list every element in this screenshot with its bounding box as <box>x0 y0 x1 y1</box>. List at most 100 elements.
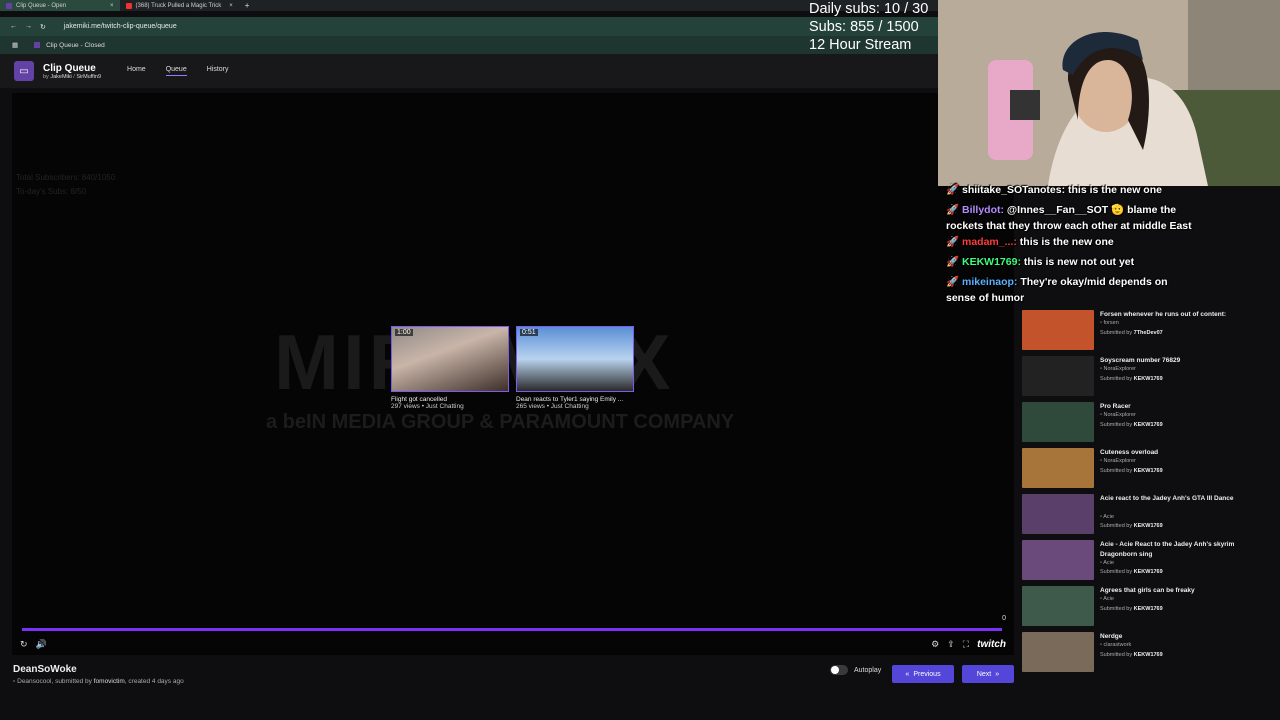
queue-submitter-name: KEKW1769 <box>1133 523 1163 529</box>
app-title: Clip Queue <box>43 62 96 74</box>
replay-icon[interactable]: ↻ <box>20 639 28 650</box>
browser-tab-clip-queue[interactable]: Clip Queue - Open × <box>0 0 120 11</box>
queue-item-creator: ▫ NoraExplorer <box>1100 412 1136 418</box>
queue-creator-name: Acie <box>1103 596 1114 602</box>
author-link[interactable]: SirMuffin9 <box>76 74 101 80</box>
by-prefix: by <box>43 73 49 80</box>
twitch-logo[interactable]: twitch <box>977 639 1006 650</box>
submitted-prefix: Submitted by <box>1100 422 1133 428</box>
app-authors: by JakeMiki / SirMuffin9 <box>43 74 101 80</box>
queue-item[interactable]: Nerdge ▫ clarastwork Submitted by KEKW1769 <box>1022 632 1272 674</box>
fullscreen-icon[interactable]: ⛶ <box>963 639 969 650</box>
queue-item-submitter: Submitted by KEKW1769 <box>1100 422 1163 428</box>
queue-item[interactable]: Cuteness overload ▫ NoraExplorer Submitted… <box>1022 448 1272 490</box>
chat-message: 🚀 madam_...: this is the new one <box>946 232 1216 252</box>
queue-creator-name: NoraExplorer <box>1103 458 1136 464</box>
stream-stats-overlay: Daily subs: 10 / 30 Subs: 855 / 1500 12 … <box>809 0 928 54</box>
subs-goal-text: Subs: 855 / 1500 <box>809 19 919 35</box>
queue-thumbnail <box>1022 586 1094 626</box>
close-icon[interactable]: × <box>110 3 114 9</box>
author-separator: / <box>73 73 75 80</box>
queue-item-submitter: Submitted by KEKW1769 <box>1100 652 1163 658</box>
related-clip-card[interactable]: 1:00 Flight got cancelled 297 views • Ju… <box>391 326 515 410</box>
video-player[interactable]: Total Subscribers: 840/1050 To-day's Sub… <box>12 93 1014 655</box>
chat-username: Billydot: <box>962 204 1004 216</box>
chat-badge-icon: 🚀 <box>946 256 962 268</box>
clip-created: , created 4 days ago <box>124 678 184 685</box>
queue-item[interactable]: Acie - Acie React to the Jadey Anh's sky… <box>1022 540 1272 582</box>
autoplay-toggle[interactable] <box>830 665 848 675</box>
nav-queue[interactable]: Queue <box>165 66 187 76</box>
url-input[interactable]: jakemiki.me/twitch-clip-queue/queue <box>64 23 177 30</box>
queue-thumbnail <box>1022 310 1094 350</box>
queue-item-creator: ▫ Acie <box>1100 596 1114 602</box>
progress-bar[interactable] <box>22 628 1002 631</box>
chat-username: KEKW1769: <box>962 256 1021 268</box>
close-icon[interactable]: × <box>229 3 233 9</box>
chat-text: They're okay/mid depends on <box>1020 276 1168 288</box>
queue-item[interactable]: Acie react to the Jadey Anh's GTA III Da… <box>1022 494 1272 536</box>
faded-overlay-text: To-day's Subs: 8/50 <box>16 187 87 196</box>
clip-submitter: fomovictim <box>93 678 125 685</box>
apps-grid-icon[interactable]: ▦ <box>12 41 18 49</box>
queue-submitter-name: 7TheDev07 <box>1133 330 1163 336</box>
submitted-prefix: Submitted by <box>1100 652 1133 658</box>
queue-submitter-name: KEKW1769 <box>1133 468 1163 474</box>
queue-item-title: Pro Racer <box>1100 403 1131 410</box>
submitted-prefix: Submitted by <box>1100 468 1133 474</box>
reload-icon[interactable]: ↻ <box>40 23 46 31</box>
queue-thumbnail <box>1022 632 1094 672</box>
player-controls: ↻ 🔊 ⚙ ⇪ ⛶ twitch <box>20 638 1006 650</box>
address-bar: ← → ↻ jakemiki.me/twitch-clip-queue/queu… <box>0 17 938 36</box>
submitted-prefix: Submitted by <box>1100 523 1133 529</box>
autoplay-label: Autoplay <box>854 666 882 674</box>
nav-history[interactable]: History <box>207 66 229 76</box>
volume-icon[interactable]: 🔊 <box>36 639 47 650</box>
current-clip-info: ▫ Deansocool, submitted by fomovictim, c… <box>13 678 184 685</box>
clip-card-title: Flight got cancelled <box>391 396 448 403</box>
next-button[interactable]: Next » <box>962 665 1014 683</box>
chat-text: this is the new one <box>1068 184 1162 196</box>
queue-item-creator: ▫ Acie <box>1100 560 1114 566</box>
author-link[interactable]: JakeMiki <box>50 74 71 80</box>
back-icon[interactable]: ← <box>10 23 17 30</box>
nav-home[interactable]: Home <box>127 66 146 76</box>
queue-item[interactable]: Forsen whenever he runs out of content: ▫… <box>1022 310 1272 352</box>
browser-tab-youtube[interactable]: (368) Truck Pulled a Magic Trick × <box>120 0 239 11</box>
share-icon[interactable]: ⇪ <box>947 639 955 650</box>
clip-duration: 0:51 <box>520 329 538 336</box>
queue-creator-name: NoraExplorer <box>1103 366 1136 372</box>
settings-gear-icon[interactable]: ⚙ <box>931 639 939 650</box>
clip-creator[interactable]: Deansocool <box>17 678 51 685</box>
bookmarks-bar: ▦ Clip Queue - Closed <box>0 36 938 54</box>
tab-label: Clip Queue - Open <box>16 2 67 9</box>
queue-item[interactable]: Pro Racer ▫ NoraExplorer Submitted by KEKW… <box>1022 402 1272 444</box>
rewind-icon: « <box>905 670 910 678</box>
queue-item-creator: ▫ clarastwork <box>1100 642 1131 648</box>
forward-icon[interactable]: → <box>25 23 32 30</box>
queue-item[interactable]: Soyscream number 76829 ▫ NoraExplorer Subm… <box>1022 356 1272 398</box>
chat-badge-icon: 🚀 <box>946 184 962 196</box>
queue-thumbnail <box>1022 356 1094 396</box>
clip-queue-favicon-icon <box>6 2 12 9</box>
stream-length-text: 12 Hour Stream <box>809 37 912 53</box>
bookmark-clip-queue[interactable]: Clip Queue - Closed <box>46 42 105 49</box>
queue-item-creator: ▫ NoraExplorer <box>1100 366 1136 372</box>
submitted-prefix: Submitted by <box>1100 376 1133 382</box>
queue-item[interactable]: Agrees that girls can be freaky ▫ Acie Sub… <box>1022 586 1272 628</box>
queue-item-submitter: Submitted by KEKW1769 <box>1100 606 1163 612</box>
new-tab-icon[interactable]: + <box>245 1 250 10</box>
queue-thumbnail <box>1022 494 1094 534</box>
queue-submitter-name: KEKW1769 <box>1133 606 1163 612</box>
previous-button[interactable]: « Previous <box>892 665 954 683</box>
queue-submitter-name: KEKW1769 <box>1133 376 1163 382</box>
chat-text: this is the new one <box>1019 236 1114 248</box>
chat-username: madam_...: <box>962 236 1017 248</box>
queue-creator-name: NoraExplorer <box>1103 412 1136 418</box>
queue-thumbnail <box>1022 448 1094 488</box>
chat-overlay: 🚀 shiitake_SOTanotes: this is the new on… <box>946 180 1216 304</box>
clip-card-title: Dean reacts to Tyler1 saying Emily ... <box>516 396 624 403</box>
related-clip-card[interactable]: 0:51 Dean reacts to Tyler1 saying Emily … <box>516 326 640 410</box>
clip-queue-logo-icon: ▭ <box>14 61 34 81</box>
chat-text: this is new not out yet <box>1023 256 1135 268</box>
